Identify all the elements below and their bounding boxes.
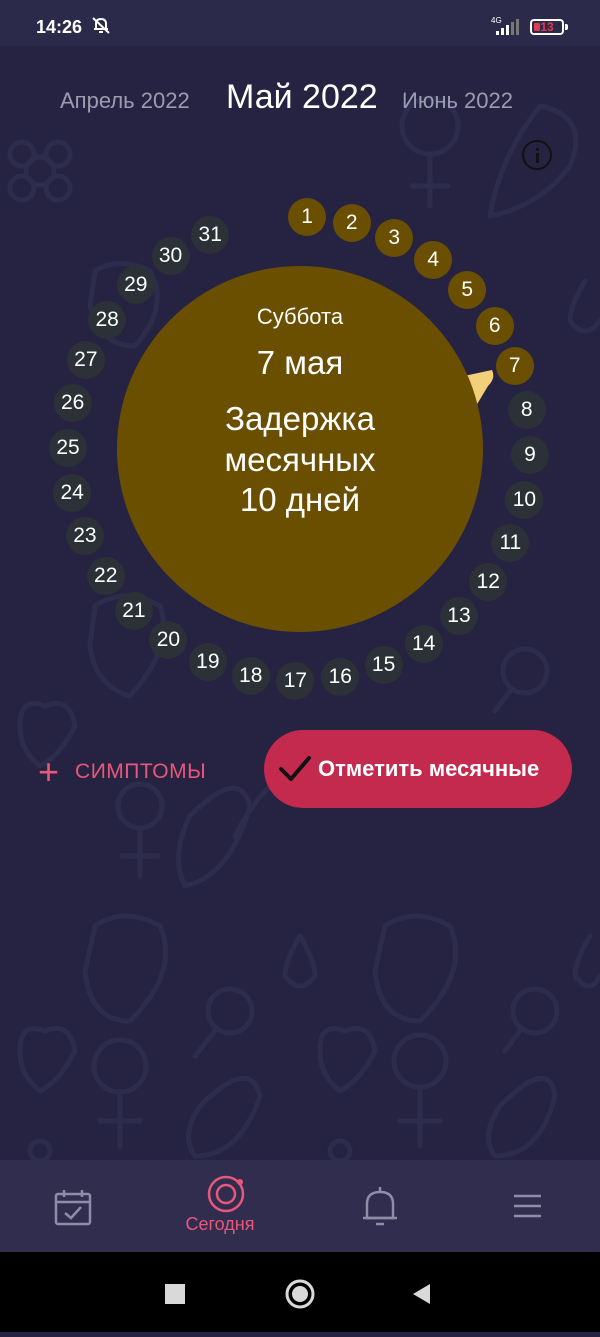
bottom-nav: Сегодня (0, 1160, 600, 1252)
menu-icon (514, 1194, 541, 1218)
cycle-day-1[interactable]: 1 (288, 198, 327, 237)
cycle-day-2[interactable]: 2 (332, 204, 371, 243)
bell-off-icon (90, 14, 112, 41)
calendar-check-icon (54, 1190, 92, 1226)
checkmark-icon (279, 756, 311, 781)
symptoms-label: СИМПТОМЫ (75, 760, 207, 783)
status-time: 14:26 (36, 17, 83, 37)
cycle-day-27[interactable]: 27 (66, 340, 105, 379)
month-next[interactable]: Июнь 2022 (402, 88, 513, 114)
nav-calendar[interactable] (23, 1160, 123, 1252)
cycle-day-15[interactable]: 15 (364, 645, 403, 684)
nav-reminders[interactable] (330, 1160, 430, 1252)
cycle-day-14[interactable]: 14 (404, 625, 443, 664)
recents-icon[interactable] (165, 1284, 185, 1304)
cycle-day-23[interactable]: 23 (65, 517, 104, 556)
signal-icon: 4G (488, 14, 524, 43)
cycle-day-18[interactable]: 18 (231, 656, 270, 695)
cycle-day-12[interactable]: 12 (469, 563, 508, 601)
system-nav-bar (0, 1252, 600, 1332)
cycle-day-10[interactable]: 10 (505, 480, 544, 519)
battery-level: 13 (540, 20, 554, 34)
back-icon[interactable] (413, 1284, 430, 1304)
battery-low-icon: 13 (530, 19, 568, 35)
status-bar: 14:26 4G 13 (0, 0, 600, 46)
info-icon[interactable] (522, 140, 552, 170)
month-prev[interactable]: Апрель 2022 (60, 88, 190, 114)
status-line-2: месячных (224, 441, 376, 478)
cycle-day-25[interactable]: 25 (49, 428, 87, 467)
network-type: 4G (491, 16, 502, 25)
weekday-label: Суббота (256, 304, 344, 329)
nav-today[interactable]: Сегодня (170, 1160, 270, 1252)
cycle-day-3[interactable]: 3 (375, 218, 414, 257)
bell-icon (363, 1187, 397, 1226)
mark-period-button[interactable]: Отметить месячные (264, 730, 572, 808)
cycle-day-22[interactable]: 22 (86, 557, 125, 596)
cycle-day-29[interactable]: 29 (116, 265, 155, 304)
cycle-day-21[interactable]: 21 (114, 592, 153, 631)
cycle-day-26[interactable]: 26 (53, 383, 92, 422)
cycle-day-8[interactable]: 8 (507, 390, 546, 429)
cycle-day-11[interactable]: 11 (491, 523, 530, 562)
cycle-day-30[interactable]: 30 (151, 237, 190, 276)
status-line-1: Задержка (225, 400, 375, 437)
cycle-day-9[interactable]: 9 (510, 435, 549, 474)
cycle-day-7[interactable]: 7 (495, 347, 534, 386)
cycle-day-19[interactable]: 19 (188, 643, 227, 682)
mark-period-label: Отметить месячные (318, 756, 540, 781)
nav-menu[interactable] (477, 1160, 577, 1252)
month-current: Май 2022 (226, 78, 378, 116)
status-line-3: 10 дней (239, 481, 361, 518)
cycle-day-31[interactable]: 31 (191, 215, 230, 254)
selected-day-disc[interactable]: Суббота 7 мая Задержка месячных 10 дней (117, 266, 483, 632)
add-symptoms-button[interactable]: + СИМПТОМЫ (38, 752, 206, 792)
cycle-day-24[interactable]: 24 (53, 473, 92, 512)
plus-icon: + (38, 751, 60, 792)
date-label: 7 мая (256, 344, 344, 381)
nav-today-label: Сегодня (185, 1214, 255, 1234)
